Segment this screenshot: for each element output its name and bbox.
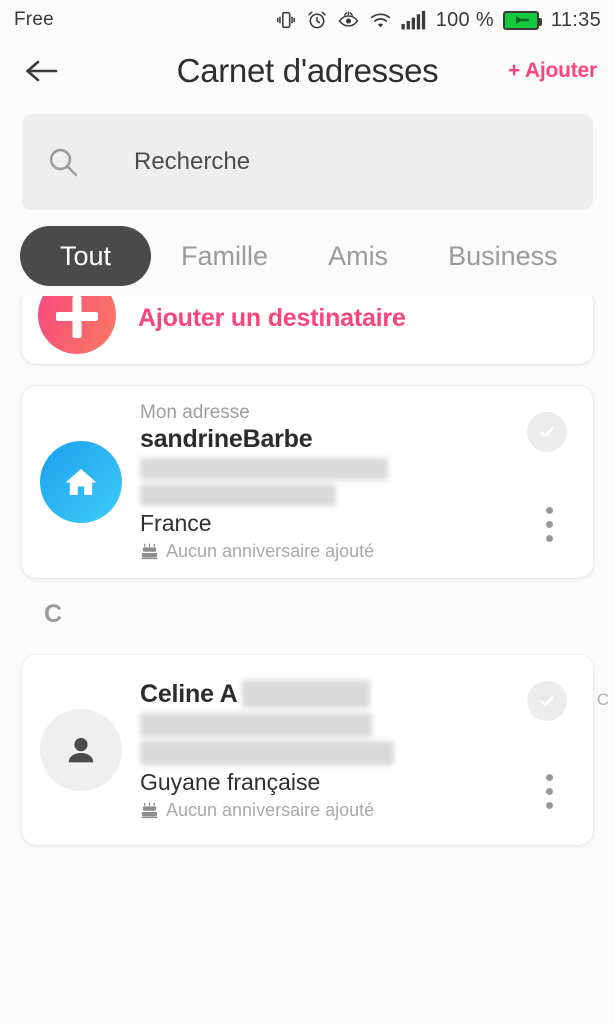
- redacted-surname: [241, 680, 370, 708]
- contact-eyebrow: Mon adresse: [140, 402, 250, 423]
- search-input[interactable]: Recherche: [22, 114, 593, 210]
- contact-menu-button[interactable]: [542, 503, 557, 546]
- index-letter-c[interactable]: C: [597, 690, 609, 710]
- kebab-dot: [546, 535, 553, 542]
- wifi-icon: [370, 13, 390, 28]
- person-icon: [68, 738, 94, 763]
- contact-birthday-label: Aucun anniversaire ajouté: [166, 541, 375, 561]
- back-button[interactable]: [18, 48, 64, 94]
- avatar: [40, 709, 122, 791]
- status-bar: Free 100 % 11:35: [0, 0, 615, 40]
- contact-card-my-address[interactable]: Mon adresse sandrineBarbe France Aucun a…: [22, 386, 593, 578]
- contact-card-celine[interactable]: Celine A Guyane française Aucun annivers…: [22, 655, 593, 845]
- kebab-dot: [546, 507, 553, 514]
- avatar-column: [22, 441, 140, 523]
- search-icon: [49, 148, 78, 177]
- add-contact-button[interactable]: + Ajouter: [508, 59, 597, 83]
- tab-amis[interactable]: Amis: [298, 226, 418, 286]
- kebab-dot: [546, 774, 553, 781]
- search-placeholder: Recherche: [134, 148, 251, 175]
- kebab-dot: [546, 788, 553, 795]
- add-recipient-card[interactable]: Ajouter un destinataire: [22, 288, 593, 364]
- contact-country: Guyane française: [140, 768, 321, 795]
- status-icons: 100 % 11:35: [275, 9, 601, 32]
- battery-icon: [502, 10, 542, 30]
- contact-birthday-label: Aucun anniversaire ajouté: [166, 799, 375, 820]
- redacted-address-line-2: [140, 484, 336, 506]
- redacted-address-line-2: [140, 740, 394, 765]
- check-circle-icon: [540, 427, 554, 438]
- contact-list: Ajouter un destinataire Mon adresse sand…: [0, 288, 615, 845]
- contact-country: France: [140, 510, 212, 536]
- eye-care-icon: [338, 11, 359, 27]
- redacted-address-line-1: [140, 712, 372, 737]
- redacted-address-line-1: [140, 458, 388, 480]
- tab-famille[interactable]: Famille: [151, 226, 298, 286]
- cake-icon: [141, 543, 158, 560]
- clock-label: 11:35: [550, 8, 601, 31]
- contact-birthday: Aucun anniversaire ajouté: [140, 800, 513, 821]
- filter-tabs[interactable]: Tout Famille Amis Business A: [0, 210, 615, 296]
- tab-business[interactable]: Business: [418, 226, 588, 286]
- contact-menu-button[interactable]: [542, 770, 557, 813]
- vibrate-icon: [276, 11, 295, 29]
- search-section: Recherche: [0, 102, 615, 210]
- contact-info: Mon adresse sandrineBarbe France Aucun a…: [140, 402, 593, 562]
- avatar-column: [22, 709, 140, 791]
- phone-screen: Free 100 % 11:35 Carnet d'adresses + Ajo…: [0, 0, 615, 1024]
- contact-birthday: Aucun anniversaire ajouté: [140, 541, 513, 562]
- battery-percent-label: 100 %: [435, 8, 494, 31]
- avatar: [40, 441, 122, 523]
- back-arrow-icon: [26, 60, 58, 82]
- contact-info: Celine A Guyane française Aucun annivers…: [140, 680, 593, 821]
- section-header-c: C: [44, 600, 63, 628]
- filter-tabs-bar: Tout Famille Amis Business A: [0, 210, 615, 296]
- check-circle-icon: [540, 696, 554, 707]
- plus-icon: [38, 288, 116, 354]
- carrier-label: Free: [14, 9, 54, 30]
- alphabet-index[interactable]: C: [597, 690, 609, 710]
- alarm-icon: [307, 11, 326, 29]
- contact-name: sandrineBarbe: [140, 425, 313, 453]
- cake-icon: [141, 802, 158, 818]
- kebab-dot: [546, 521, 553, 528]
- app-header: Carnet d'adresses + Ajouter: [0, 40, 615, 102]
- signal-icon: [401, 10, 425, 30]
- home-icon: [65, 469, 97, 495]
- kebab-dot: [546, 802, 553, 809]
- tab-tout[interactable]: Tout: [20, 226, 152, 286]
- contact-select-checkbox[interactable]: [527, 412, 567, 452]
- tab-autres[interactable]: A: [588, 226, 615, 286]
- add-recipient-label: Ajouter un destinataire: [138, 303, 406, 332]
- contact-name-label: Celine A: [140, 679, 238, 708]
- contact-name: Celine A: [140, 680, 513, 709]
- contact-select-checkbox[interactable]: [527, 681, 567, 721]
